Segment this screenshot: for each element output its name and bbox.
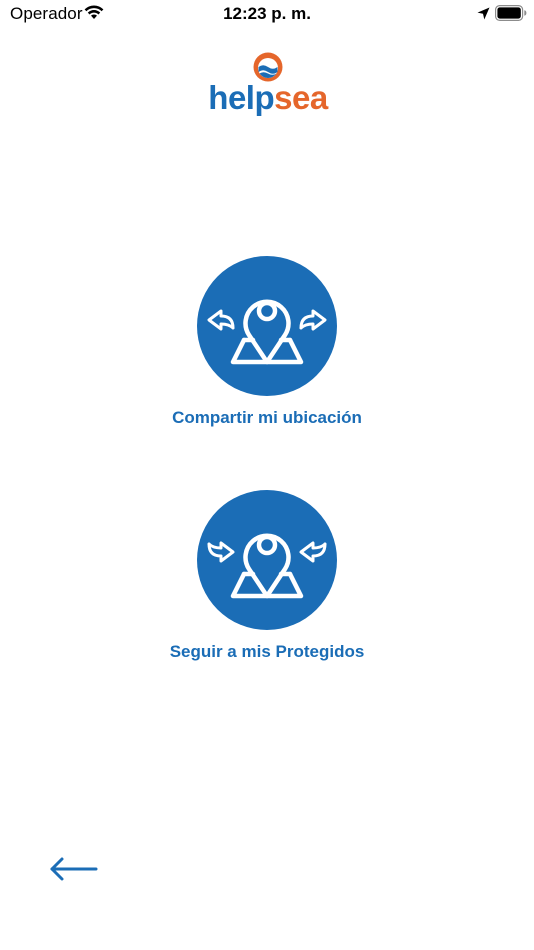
logo-text-help: help — [208, 79, 275, 116]
logo-text-sea: sea — [274, 79, 328, 116]
status-time: 12:23 p. m. — [223, 4, 311, 23]
logo-wordmark: helpsea — [196, 78, 340, 118]
location-arrow-icon — [477, 7, 490, 20]
follow-protected-circle[interactable] — [197, 490, 337, 630]
battery-icon — [495, 5, 527, 21]
share-location-circle[interactable] — [197, 256, 337, 396]
map-pin-inward-arrows-icon — [207, 533, 327, 599]
map-pin-outward-arrows-icon — [207, 299, 327, 365]
share-location-label[interactable]: Compartir mi ubicación — [0, 408, 534, 428]
screen: Operador 12:23 p. m. helpsea Compartir m… — [0, 0, 534, 950]
follow-protected-label[interactable]: Seguir a mis Protegidos — [0, 642, 534, 662]
status-bar: Operador 12:23 p. m. — [0, 0, 534, 28]
helpysea-logo: helpsea — [196, 52, 340, 122]
arrow-left-icon — [50, 857, 98, 881]
share-location-button[interactable]: Compartir mi ubicación — [0, 256, 534, 428]
back-button[interactable] — [46, 852, 100, 888]
follow-protected-button[interactable]: Seguir a mis Protegidos — [0, 490, 534, 662]
